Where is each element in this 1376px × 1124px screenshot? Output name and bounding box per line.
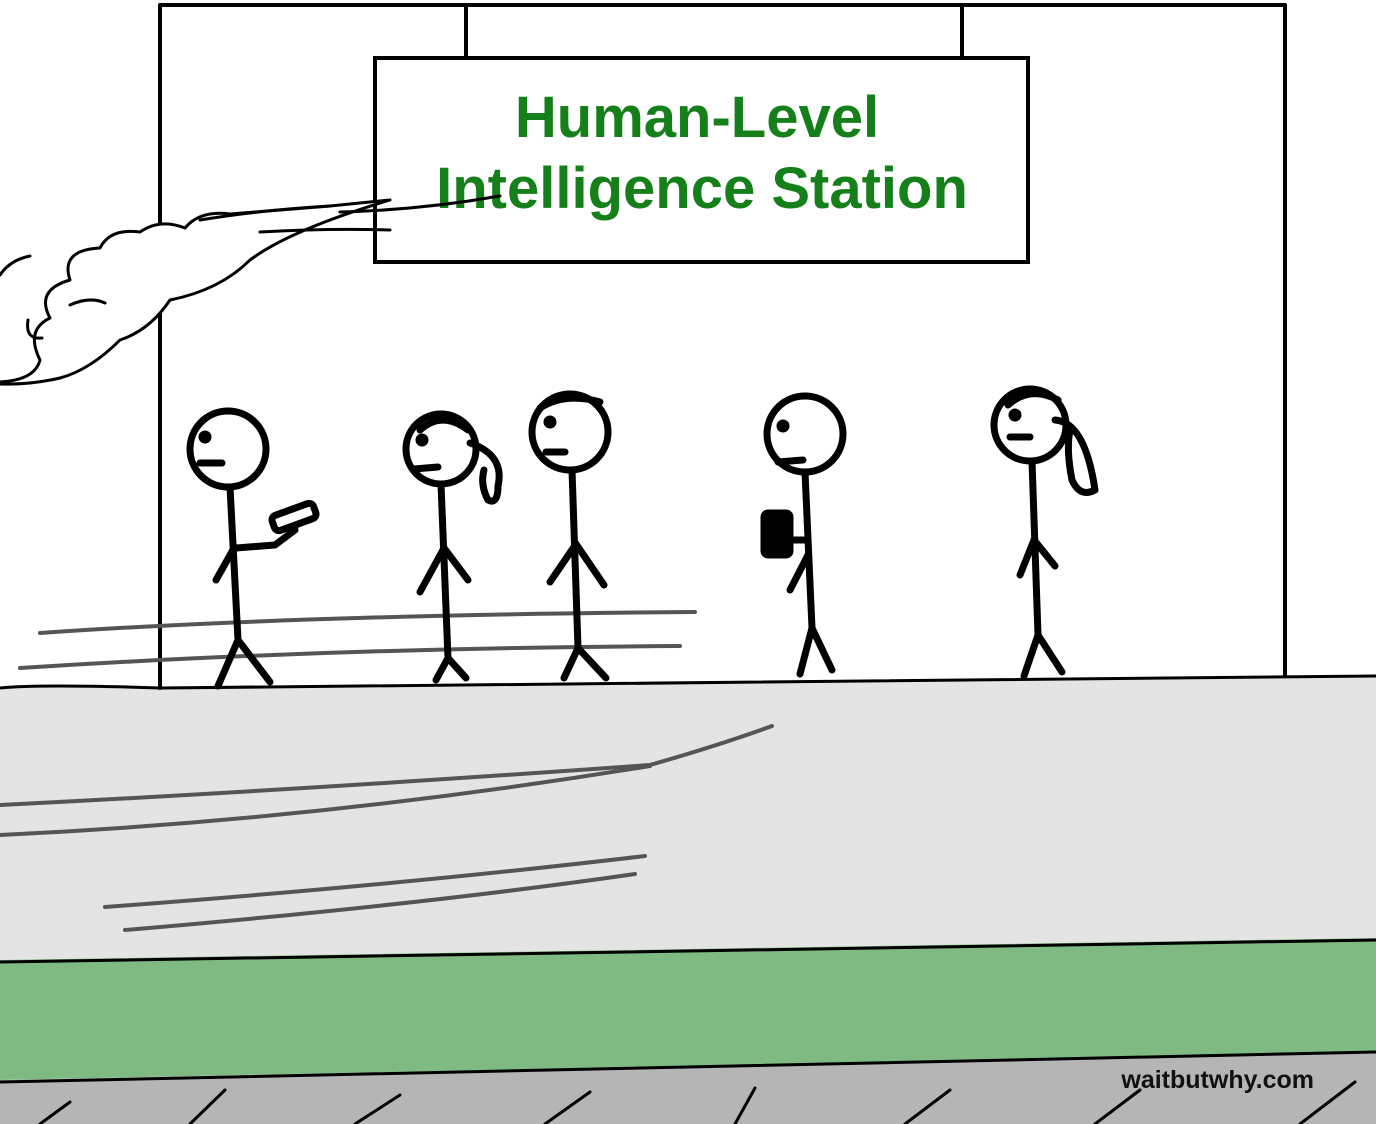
station-sign: Human-Level Intelligence Station <box>373 56 1030 264</box>
person-3 <box>528 390 612 682</box>
person-5 <box>990 385 1099 680</box>
person-1 <box>186 407 320 690</box>
sign-line-2: Intelligence Station <box>436 156 968 221</box>
phone-icon <box>268 499 320 535</box>
cup-icon <box>760 509 794 559</box>
site-credit: waitbutwhy.com <box>1120 1066 1314 1094</box>
person-2 <box>402 410 503 684</box>
comic-scene: Human-Level Intelligence Station waitbut… <box>0 3 1376 1124</box>
platform-body <box>0 676 1376 960</box>
person-4 <box>760 392 847 678</box>
sign-line-1: Human-Level <box>515 85 879 150</box>
